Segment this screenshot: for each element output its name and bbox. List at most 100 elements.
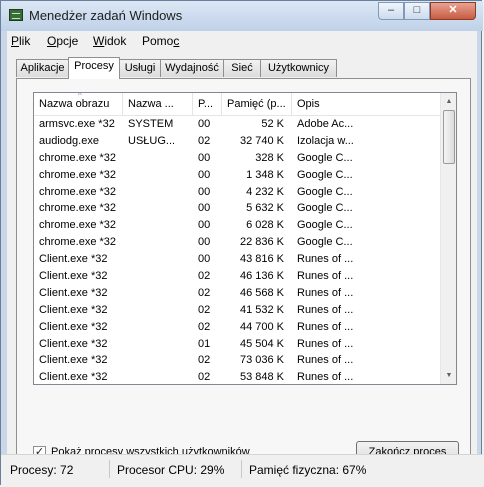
cell-description: Google C... xyxy=(297,202,353,215)
client-area: Plik Opcje Widok Pomoc Aplikacje Procesy… xyxy=(7,31,477,479)
cell-image-name: Client.exe *32 xyxy=(39,320,108,333)
table-row[interactable]: Client.exe *32 02 46 136 K Runes of ... xyxy=(34,268,440,285)
tab-siec[interactable]: Sieć xyxy=(223,59,261,77)
menu-plik-accel: P xyxy=(11,34,20,48)
cell-image-name: audiodg.exe xyxy=(39,134,99,147)
table-row[interactable]: Client.exe *32 02 53 848 K Runes of ... xyxy=(34,369,440,384)
tab-wydajnosc[interactable]: Wydajność xyxy=(160,59,224,77)
task-manager-window: Menedżer zadań Windows – □ ✕ Plik Opcje … xyxy=(0,0,483,486)
cell-image-name: chrome.exe *32 xyxy=(39,236,117,249)
cell-cpu: 02 xyxy=(198,354,211,367)
vertical-scrollbar[interactable]: ▲ ▼ xyxy=(440,93,456,384)
status-cpu: Procesor CPU: 29% xyxy=(117,463,225,477)
column-header-image-name[interactable]: ^ Nazwa obrazu xyxy=(34,93,123,115)
table-row[interactable]: chrome.exe *32 00 6 028 K Google C... xyxy=(34,217,440,234)
processes-panel: ^ Nazwa obrazu Nazwa ... P... Pamięć (p.… xyxy=(16,78,471,471)
cell-memory: 5 632 K xyxy=(246,202,284,215)
cell-description: Runes of ... xyxy=(297,286,354,299)
tab-procesy[interactable]: Procesy xyxy=(68,57,120,79)
status-bar: Procesy: 72 Procesor CPU: 29% Pamięć fiz… xyxy=(1,454,483,486)
menu-opcje[interactable]: Opcje xyxy=(47,34,78,48)
cell-memory: 1 348 K xyxy=(246,168,284,181)
cell-description: Runes of ... xyxy=(297,371,354,384)
close-button[interactable]: ✕ xyxy=(430,2,476,20)
cell-memory: 4 232 K xyxy=(246,185,284,198)
menu-pomoc-accel: c xyxy=(173,34,180,48)
cell-description: Runes of ... xyxy=(297,354,354,367)
table-row[interactable]: armsvc.exe *32 SYSTEM 00 52 K Adobe Ac... xyxy=(34,116,440,133)
cell-image-name: Client.exe *32 xyxy=(39,354,108,367)
column-header-description[interactable]: Opis xyxy=(292,93,440,115)
scroll-up-icon[interactable]: ▲ xyxy=(441,93,456,110)
tab-strip: Aplikacje Procesy Usługi Wydajność Sieć … xyxy=(16,57,471,79)
cell-image-name: Client.exe *32 xyxy=(39,303,108,316)
cell-cpu: 02 xyxy=(198,134,211,147)
table-row[interactable]: Client.exe *32 01 45 504 K Runes of ... xyxy=(34,336,440,353)
menu-plik[interactable]: Plik xyxy=(11,34,30,48)
menu-pomoc-pre: Pomo xyxy=(142,34,174,48)
table-row[interactable]: chrome.exe *32 00 5 632 K Google C... xyxy=(34,200,440,217)
cell-image-name: chrome.exe *32 xyxy=(39,168,117,181)
cell-cpu: 01 xyxy=(198,337,211,350)
cell-cpu: 00 xyxy=(198,219,211,232)
cell-description: Runes of ... xyxy=(297,320,354,333)
cell-cpu: 00 xyxy=(198,236,211,249)
cell-cpu: 00 xyxy=(198,185,211,198)
cell-image-name: Client.exe *32 xyxy=(39,286,108,299)
table-row[interactable]: chrome.exe *32 00 22 836 K Google C... xyxy=(34,234,440,251)
cell-image-name: Client.exe *32 xyxy=(39,371,108,384)
tab-uzytkownicy[interactable]: Użytkownicy xyxy=(260,59,337,77)
scroll-thumb[interactable] xyxy=(443,110,455,164)
table-row[interactable]: chrome.exe *32 00 4 232 K Google C... xyxy=(34,184,440,201)
cell-image-name: chrome.exe *32 xyxy=(39,202,117,215)
tab-aplikacje[interactable]: Aplikacje xyxy=(16,59,69,77)
menu-bar: Plik Opcje Widok Pomoc xyxy=(7,31,477,51)
table-row[interactable]: Client.exe *32 02 73 036 K Runes of ... xyxy=(34,352,440,369)
cell-cpu: 00 xyxy=(198,151,211,164)
cell-image-name: Client.exe *32 xyxy=(39,253,108,266)
cell-cpu: 00 xyxy=(198,168,211,181)
table-row[interactable]: Client.exe *32 02 41 532 K Runes of ... xyxy=(34,302,440,319)
cell-memory: 6 028 K xyxy=(246,219,284,232)
cell-cpu: 02 xyxy=(198,303,211,316)
cell-description: Izolacja w... xyxy=(297,134,354,147)
process-rows: armsvc.exe *32 SYSTEM 00 52 K Adobe Ac... aud… xyxy=(34,116,440,384)
cell-memory: 41 532 K xyxy=(239,303,284,316)
column-header-label: Nazwa obrazu xyxy=(39,98,110,110)
cell-cpu: 02 xyxy=(198,286,211,299)
table-row[interactable]: Client.exe *32 02 44 700 K Runes of ... xyxy=(34,319,440,336)
cell-memory: 73 036 K xyxy=(239,354,284,367)
menu-widok-accel: W xyxy=(93,34,105,48)
sort-ascending-icon: ^ xyxy=(78,93,82,100)
process-list[interactable]: ^ Nazwa obrazu Nazwa ... P... Pamięć (p.… xyxy=(33,92,457,385)
task-manager-icon xyxy=(9,9,23,21)
title-bar[interactable]: Menedżer zadań Windows – □ ✕ xyxy=(1,1,483,31)
menu-pomoc[interactable]: Pomoc xyxy=(142,34,179,48)
cell-description: Google C... xyxy=(297,151,353,164)
cell-image-name: Client.exe *32 xyxy=(39,337,108,350)
tab-uslugi[interactable]: Usługi xyxy=(119,59,161,77)
cell-cpu: 00 xyxy=(198,253,211,266)
table-row[interactable]: Client.exe *32 02 46 568 K Runes of ... xyxy=(34,285,440,302)
table-row[interactable]: chrome.exe *32 00 1 348 K Google C... xyxy=(34,167,440,184)
cell-cpu: 02 xyxy=(198,371,211,384)
cell-memory: 46 568 K xyxy=(239,286,284,299)
cell-memory: 43 816 K xyxy=(239,253,284,266)
column-header-row: ^ Nazwa obrazu Nazwa ... P... Pamięć (p.… xyxy=(34,93,440,116)
column-header-memory[interactable]: Pamięć (p... xyxy=(222,93,292,115)
cell-image-name: Client.exe *32 xyxy=(39,270,108,283)
cell-description: Runes of ... xyxy=(297,337,354,350)
table-row[interactable]: chrome.exe *32 00 328 K Google C... xyxy=(34,150,440,167)
table-row[interactable]: Client.exe *32 00 43 816 K Runes of ... xyxy=(34,251,440,268)
column-header-cpu[interactable]: P... xyxy=(193,93,222,115)
minimize-button[interactable]: – xyxy=(378,2,404,20)
cell-description: Google C... xyxy=(297,185,353,198)
maximize-button[interactable]: □ xyxy=(404,2,430,20)
status-memory: Pamięć fizyczna: 67% xyxy=(249,463,367,477)
scroll-down-icon[interactable]: ▼ xyxy=(441,367,456,384)
column-header-user-name[interactable]: Nazwa ... xyxy=(123,93,193,115)
window-title: Menedżer zadań Windows xyxy=(29,8,183,23)
cell-memory: 53 848 K xyxy=(239,371,284,384)
menu-widok[interactable]: Widok xyxy=(93,34,126,48)
table-row[interactable]: audiodg.exe USŁUG... 02 32 740 K Izolacja w.… xyxy=(34,133,440,150)
